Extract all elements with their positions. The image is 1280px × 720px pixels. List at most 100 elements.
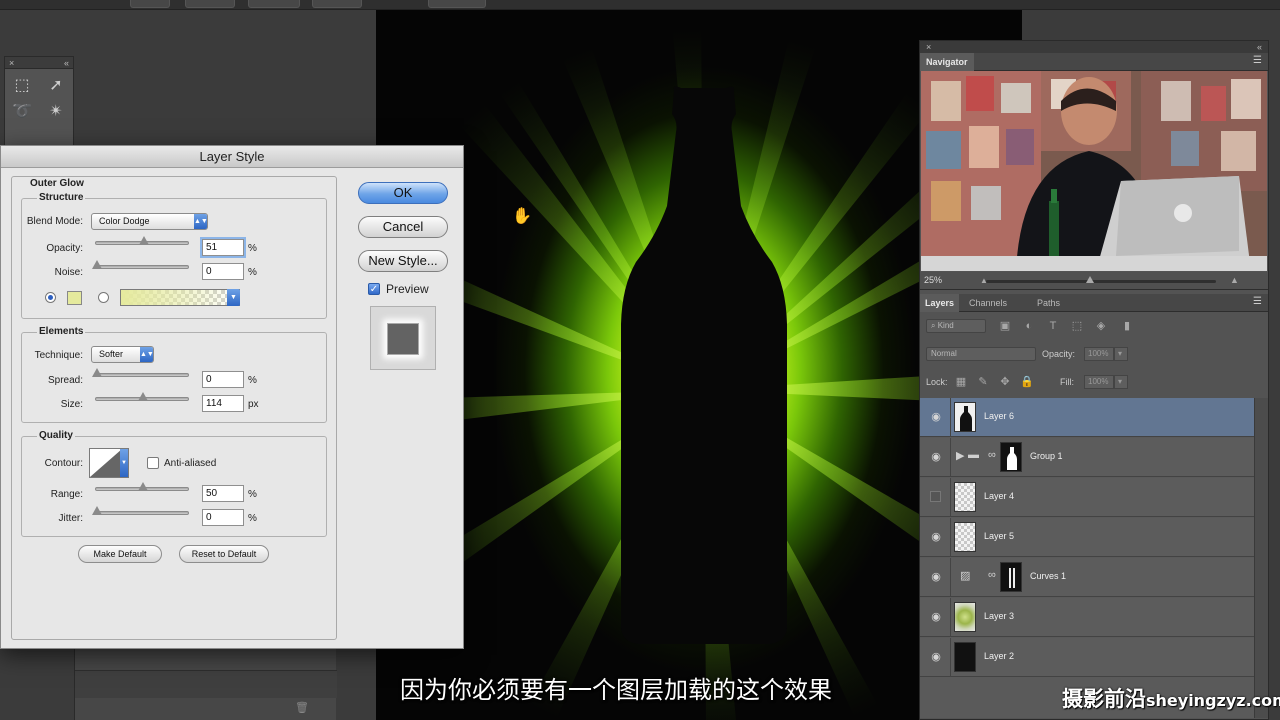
jitter-slider[interactable] xyxy=(92,506,189,515)
eye-icon[interactable]: ◉ xyxy=(929,530,943,544)
layers-scrollbar[interactable] xyxy=(1254,398,1268,718)
trash-icon[interactable]: 🗑 xyxy=(295,701,309,714)
collapse-icon[interactable]: « xyxy=(64,57,69,68)
spread-field[interactable]: 0 xyxy=(202,371,244,388)
contour-picker[interactable]: ▼ xyxy=(89,448,129,478)
layer-name[interactable]: Layer 3 xyxy=(984,611,1014,621)
visibility-off-box[interactable] xyxy=(930,491,941,502)
opacity-slider[interactable] xyxy=(95,236,189,245)
layer-mask-thumbnail[interactable] xyxy=(1000,442,1022,472)
opacity-dropdown-icon[interactable]: ▾ xyxy=(1114,347,1128,361)
preview-label[interactable]: Preview xyxy=(386,282,429,296)
range-slider[interactable] xyxy=(95,482,189,491)
layer-name[interactable]: Layer 4 xyxy=(984,491,1014,501)
anti-aliased-checkbox[interactable] xyxy=(147,457,159,469)
solid-color-radio[interactable] xyxy=(45,292,56,303)
slider-thumb[interactable] xyxy=(92,260,102,269)
chevron-down-icon[interactable]: ▼ xyxy=(227,289,240,306)
lock-all-icon[interactable]: 🔒 xyxy=(1020,375,1034,389)
options-bar-control[interactable] xyxy=(428,0,486,8)
close-icon[interactable]: × xyxy=(9,57,14,68)
layer-name[interactable]: Layer 6 xyxy=(984,411,1014,421)
move-tool-icon[interactable]: ➚ xyxy=(39,73,73,99)
zoom-slider[interactable] xyxy=(986,280,1216,283)
size-slider[interactable] xyxy=(95,392,189,401)
chevron-down-icon[interactable]: ▼ xyxy=(120,449,128,477)
filter-type-icon[interactable]: T xyxy=(1046,319,1060,333)
eye-icon[interactable]: ◉ xyxy=(929,570,943,584)
options-bar-control[interactable] xyxy=(185,0,235,8)
eye-icon[interactable]: ◉ xyxy=(929,650,943,664)
filter-shape-icon[interactable]: ⬚ xyxy=(1070,319,1084,333)
options-bar-control[interactable] xyxy=(130,0,170,8)
panel-menu-icon[interactable]: ☰ xyxy=(1253,296,1262,307)
opacity-field[interactable]: 51 xyxy=(200,237,246,258)
eye-icon[interactable]: ◉ xyxy=(929,410,943,424)
gradient-radio[interactable] xyxy=(98,292,109,303)
panel-dock-header[interactable]: × « xyxy=(920,41,1268,53)
zoom-level[interactable]: 25% xyxy=(924,275,942,285)
slider-thumb[interactable] xyxy=(138,482,148,491)
options-bar-control[interactable] xyxy=(248,0,300,8)
new-style-button[interactable]: New Style... xyxy=(358,250,448,272)
link-icon[interactable]: ∞ xyxy=(988,449,996,461)
filter-pixel-icon[interactable]: ▣ xyxy=(998,319,1012,333)
layer-name[interactable]: Layer 5 xyxy=(984,531,1014,541)
tools-panel-header[interactable]: × « xyxy=(5,57,73,69)
tab-paths[interactable]: Paths xyxy=(1032,294,1065,312)
layer-row[interactable]: ◉ Layer 2 xyxy=(920,638,1254,677)
eye-icon[interactable]: ◉ xyxy=(929,610,943,624)
marquee-tool-icon[interactable]: ⬚ xyxy=(5,73,39,99)
layer-row[interactable]: ◉ Layer 5 xyxy=(920,518,1254,557)
close-icon[interactable]: × xyxy=(926,41,931,53)
layer-row[interactable]: Layer 4 xyxy=(920,478,1254,517)
tab-navigator[interactable]: Navigator xyxy=(920,53,974,71)
spread-slider[interactable] xyxy=(92,368,189,377)
zoom-slider-thumb[interactable] xyxy=(1086,276,1094,283)
range-field[interactable]: 50 xyxy=(202,485,244,502)
jitter-field[interactable]: 0 xyxy=(202,509,244,526)
glow-color-swatch[interactable] xyxy=(67,291,82,305)
tab-layers[interactable]: Layers xyxy=(920,294,960,312)
layer-row[interactable]: ◉ ▨ ∞ Curves 1 xyxy=(920,558,1254,597)
filter-kind-select[interactable]: ⌕ Kind xyxy=(926,319,986,333)
make-default-button[interactable]: Make Default xyxy=(78,545,162,563)
magic-wand-tool-icon[interactable]: ✴ xyxy=(39,99,73,125)
slider-thumb[interactable] xyxy=(92,368,102,377)
layer-name[interactable]: Layer 2 xyxy=(984,651,1014,661)
reset-to-default-button[interactable]: Reset to Default xyxy=(179,545,269,563)
expand-triangle-icon[interactable]: ▶ xyxy=(956,449,964,462)
slider-thumb[interactable] xyxy=(138,392,148,401)
layer-name[interactable]: Curves 1 xyxy=(1030,571,1066,581)
layer-row[interactable]: ◉ ▶ ▬ ∞ Group 1 xyxy=(920,438,1254,477)
lock-transparent-icon[interactable]: ▦ xyxy=(954,375,968,389)
collapse-icon[interactable]: « xyxy=(1257,41,1262,53)
zoom-in-icon[interactable]: ▲ xyxy=(1230,275,1239,285)
fill-dropdown-icon[interactable]: ▾ xyxy=(1114,375,1128,389)
layer-fill-field[interactable]: 100% xyxy=(1084,375,1114,389)
filter-toggle-icon[interactable]: ▮ xyxy=(1120,319,1134,333)
navigator-preview[interactable] xyxy=(921,71,1267,271)
layer-blend-mode-select[interactable]: Normal xyxy=(926,347,1036,361)
slider-thumb[interactable] xyxy=(139,236,149,245)
filter-smart-object-icon[interactable]: ◈ xyxy=(1094,319,1108,333)
panel-menu-icon[interactable]: ☰ xyxy=(1253,55,1262,66)
ok-button[interactable]: OK xyxy=(358,182,448,204)
slider-thumb[interactable] xyxy=(92,506,102,515)
noise-field[interactable]: 0 xyxy=(202,263,244,280)
blend-mode-select[interactable]: Color Dodge ▲▼ xyxy=(91,213,208,230)
noise-slider[interactable] xyxy=(92,260,189,269)
options-bar-control[interactable] xyxy=(312,0,362,8)
tab-channels[interactable]: Channels xyxy=(964,294,1012,312)
anti-aliased-label[interactable]: Anti-aliased xyxy=(164,458,216,469)
preview-checkbox[interactable]: ✓ xyxy=(368,283,380,295)
lasso-tool-icon[interactable]: ➰ xyxy=(5,99,39,125)
layer-mask-thumbnail[interactable] xyxy=(1000,562,1022,592)
glow-gradient-picker[interactable]: ▼ xyxy=(120,289,240,306)
technique-select[interactable]: Softer ▲▼ xyxy=(91,346,154,363)
dialog-title[interactable]: Layer Style xyxy=(1,146,463,168)
layer-name[interactable]: Group 1 xyxy=(1030,451,1063,461)
layer-row[interactable]: ◉ Layer 3 xyxy=(920,598,1254,637)
lock-image-icon[interactable]: ✎ xyxy=(976,375,990,389)
layer-row[interactable]: ◉ Layer 6 xyxy=(920,398,1254,437)
